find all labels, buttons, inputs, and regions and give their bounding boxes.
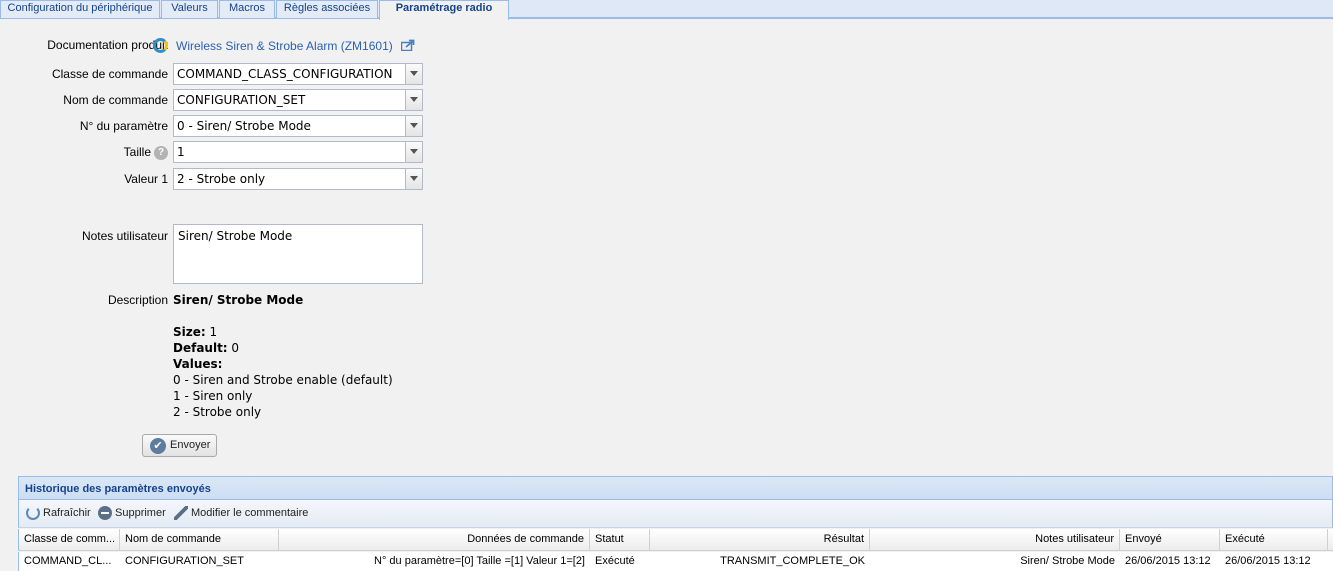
chevron-down-icon[interactable] xyxy=(405,142,422,162)
command-name-select[interactable]: CONFIGURATION_SET xyxy=(173,89,423,111)
col-executed[interactable]: Exécuté xyxy=(1220,529,1328,551)
value1-select[interactable]: 2 - Strobe only xyxy=(173,168,423,190)
pencil-icon xyxy=(174,506,188,520)
user-notes-textarea[interactable]: Siren/ Strobe Mode xyxy=(173,224,423,284)
chevron-down-icon[interactable] xyxy=(405,116,422,136)
cell-command-class: COMMAND_CL... xyxy=(24,555,112,567)
cell-result: TRANSMIT_COMPLETE_OK xyxy=(720,555,865,567)
command-class-select[interactable]: COMMAND_CLASS_CONFIGURATION xyxy=(173,63,423,85)
desc-size-key: Size: xyxy=(173,325,206,339)
desc-values-key: Values: xyxy=(173,357,223,371)
send-button-label: Envoyer xyxy=(170,439,211,451)
product-doc-link[interactable]: Wireless Siren & Strobe Alarm (ZM1601) xyxy=(176,39,393,53)
chevron-down-icon[interactable] xyxy=(405,64,422,84)
value1-value: 2 - Strobe only xyxy=(177,172,266,186)
chevron-down-icon[interactable] xyxy=(405,90,422,110)
size-label: Taille? xyxy=(124,145,168,160)
tab-bar: Configuration du périphérique Valeurs Ma… xyxy=(0,0,1333,20)
check-icon: ✔ xyxy=(150,438,166,454)
cell-command-name: CONFIGURATION_SET xyxy=(125,555,244,567)
table-row[interactable]: COMMAND_CL... CONFIGURATION_SET N° du pa… xyxy=(18,552,1333,571)
cell-sent: 26/06/2015 13:12 xyxy=(1125,555,1211,567)
desc-default-key: Default: xyxy=(173,341,228,355)
edit-comment-button[interactable]: Modifier le commentaire xyxy=(174,506,308,520)
desc-value-1: 1 - Siren only xyxy=(173,389,253,403)
tab-radio-settings[interactable]: Paramétrage radio xyxy=(379,0,509,20)
col-result[interactable]: Résultat xyxy=(650,529,870,551)
size-label-text: Taille xyxy=(123,145,151,159)
desc-value-0: 0 - Siren and Strobe enable (default) xyxy=(173,373,393,387)
chevron-down-icon[interactable] xyxy=(405,169,422,189)
refresh-label: Rafraîchir xyxy=(43,506,91,519)
command-name-label: Nom de commande xyxy=(63,93,168,107)
history-panel-title: Historique des paramètres envoyés xyxy=(18,476,1333,500)
col-sent[interactable]: Envoyé xyxy=(1120,529,1220,551)
refresh-button[interactable]: Rafraîchir xyxy=(26,506,91,520)
send-button[interactable]: ✔ Envoyer xyxy=(142,434,217,457)
cell-command-data: N° du paramètre=[0] Taille =[1] Valeur 1… xyxy=(374,555,585,567)
size-value: 1 xyxy=(177,145,185,159)
desc-size-val: 1 xyxy=(205,325,218,339)
desc-default-val: 0 xyxy=(227,341,240,355)
col-command-data[interactable]: Données de commande xyxy=(279,529,590,551)
history-grid-header: Classe de comm... Nom de commande Donnée… xyxy=(18,529,1333,551)
command-class-label: Classe de commande xyxy=(51,67,168,81)
col-command-class[interactable]: Classe de comm... xyxy=(19,529,120,551)
cell-status: Exécuté xyxy=(595,555,635,567)
tab-device-configuration[interactable]: Configuration du périphérique xyxy=(0,0,160,18)
command-name-value: CONFIGURATION_SET xyxy=(177,93,306,107)
user-notes-label: Notes utilisateur xyxy=(81,229,168,243)
help-icon[interactable]: ? xyxy=(154,145,168,160)
size-select[interactable]: 1 xyxy=(173,141,423,163)
minus-circle-icon xyxy=(98,506,112,520)
command-class-value: COMMAND_CLASS_CONFIGURATION xyxy=(177,67,393,81)
parameter-number-value: 0 - Siren/ Strobe Mode xyxy=(177,119,311,133)
documentation-icon xyxy=(153,38,168,53)
tab-macros[interactable]: Macros xyxy=(219,0,275,18)
delete-label: Supprimer xyxy=(115,506,166,519)
history-toolbar: Rafraîchir Supprimer Modifier le comment… xyxy=(18,500,1333,528)
external-link-icon[interactable] xyxy=(401,39,415,51)
tab-values[interactable]: Valeurs xyxy=(161,0,218,18)
col-user-notes[interactable]: Notes utilisateur xyxy=(870,529,1120,551)
description-title: Siren/ Strobe Mode xyxy=(173,293,304,307)
col-status[interactable]: Statut xyxy=(590,529,650,551)
tab-associated-rules[interactable]: Règles associées xyxy=(276,0,378,18)
parameter-number-select[interactable]: 0 - Siren/ Strobe Mode xyxy=(173,115,423,137)
col-command-name[interactable]: Nom de commande xyxy=(120,529,279,551)
value1-label: Valeur 1 xyxy=(124,172,168,186)
doc-label: Documentation produit xyxy=(47,38,168,52)
description-text: Siren/ Strobe Mode Size: 1 Default: 0 Va… xyxy=(173,292,393,420)
cell-executed: 26/06/2015 13:12 xyxy=(1225,555,1311,567)
cell-user-notes: Siren/ Strobe Mode xyxy=(1020,555,1115,567)
description-label: Description xyxy=(107,293,168,307)
edit-comment-label: Modifier le commentaire xyxy=(191,506,309,519)
parameter-number-label: N° du paramètre xyxy=(79,119,168,133)
desc-value-2: 2 - Strobe only xyxy=(173,405,262,419)
refresh-icon xyxy=(26,506,40,520)
delete-button[interactable]: Supprimer xyxy=(98,506,166,520)
